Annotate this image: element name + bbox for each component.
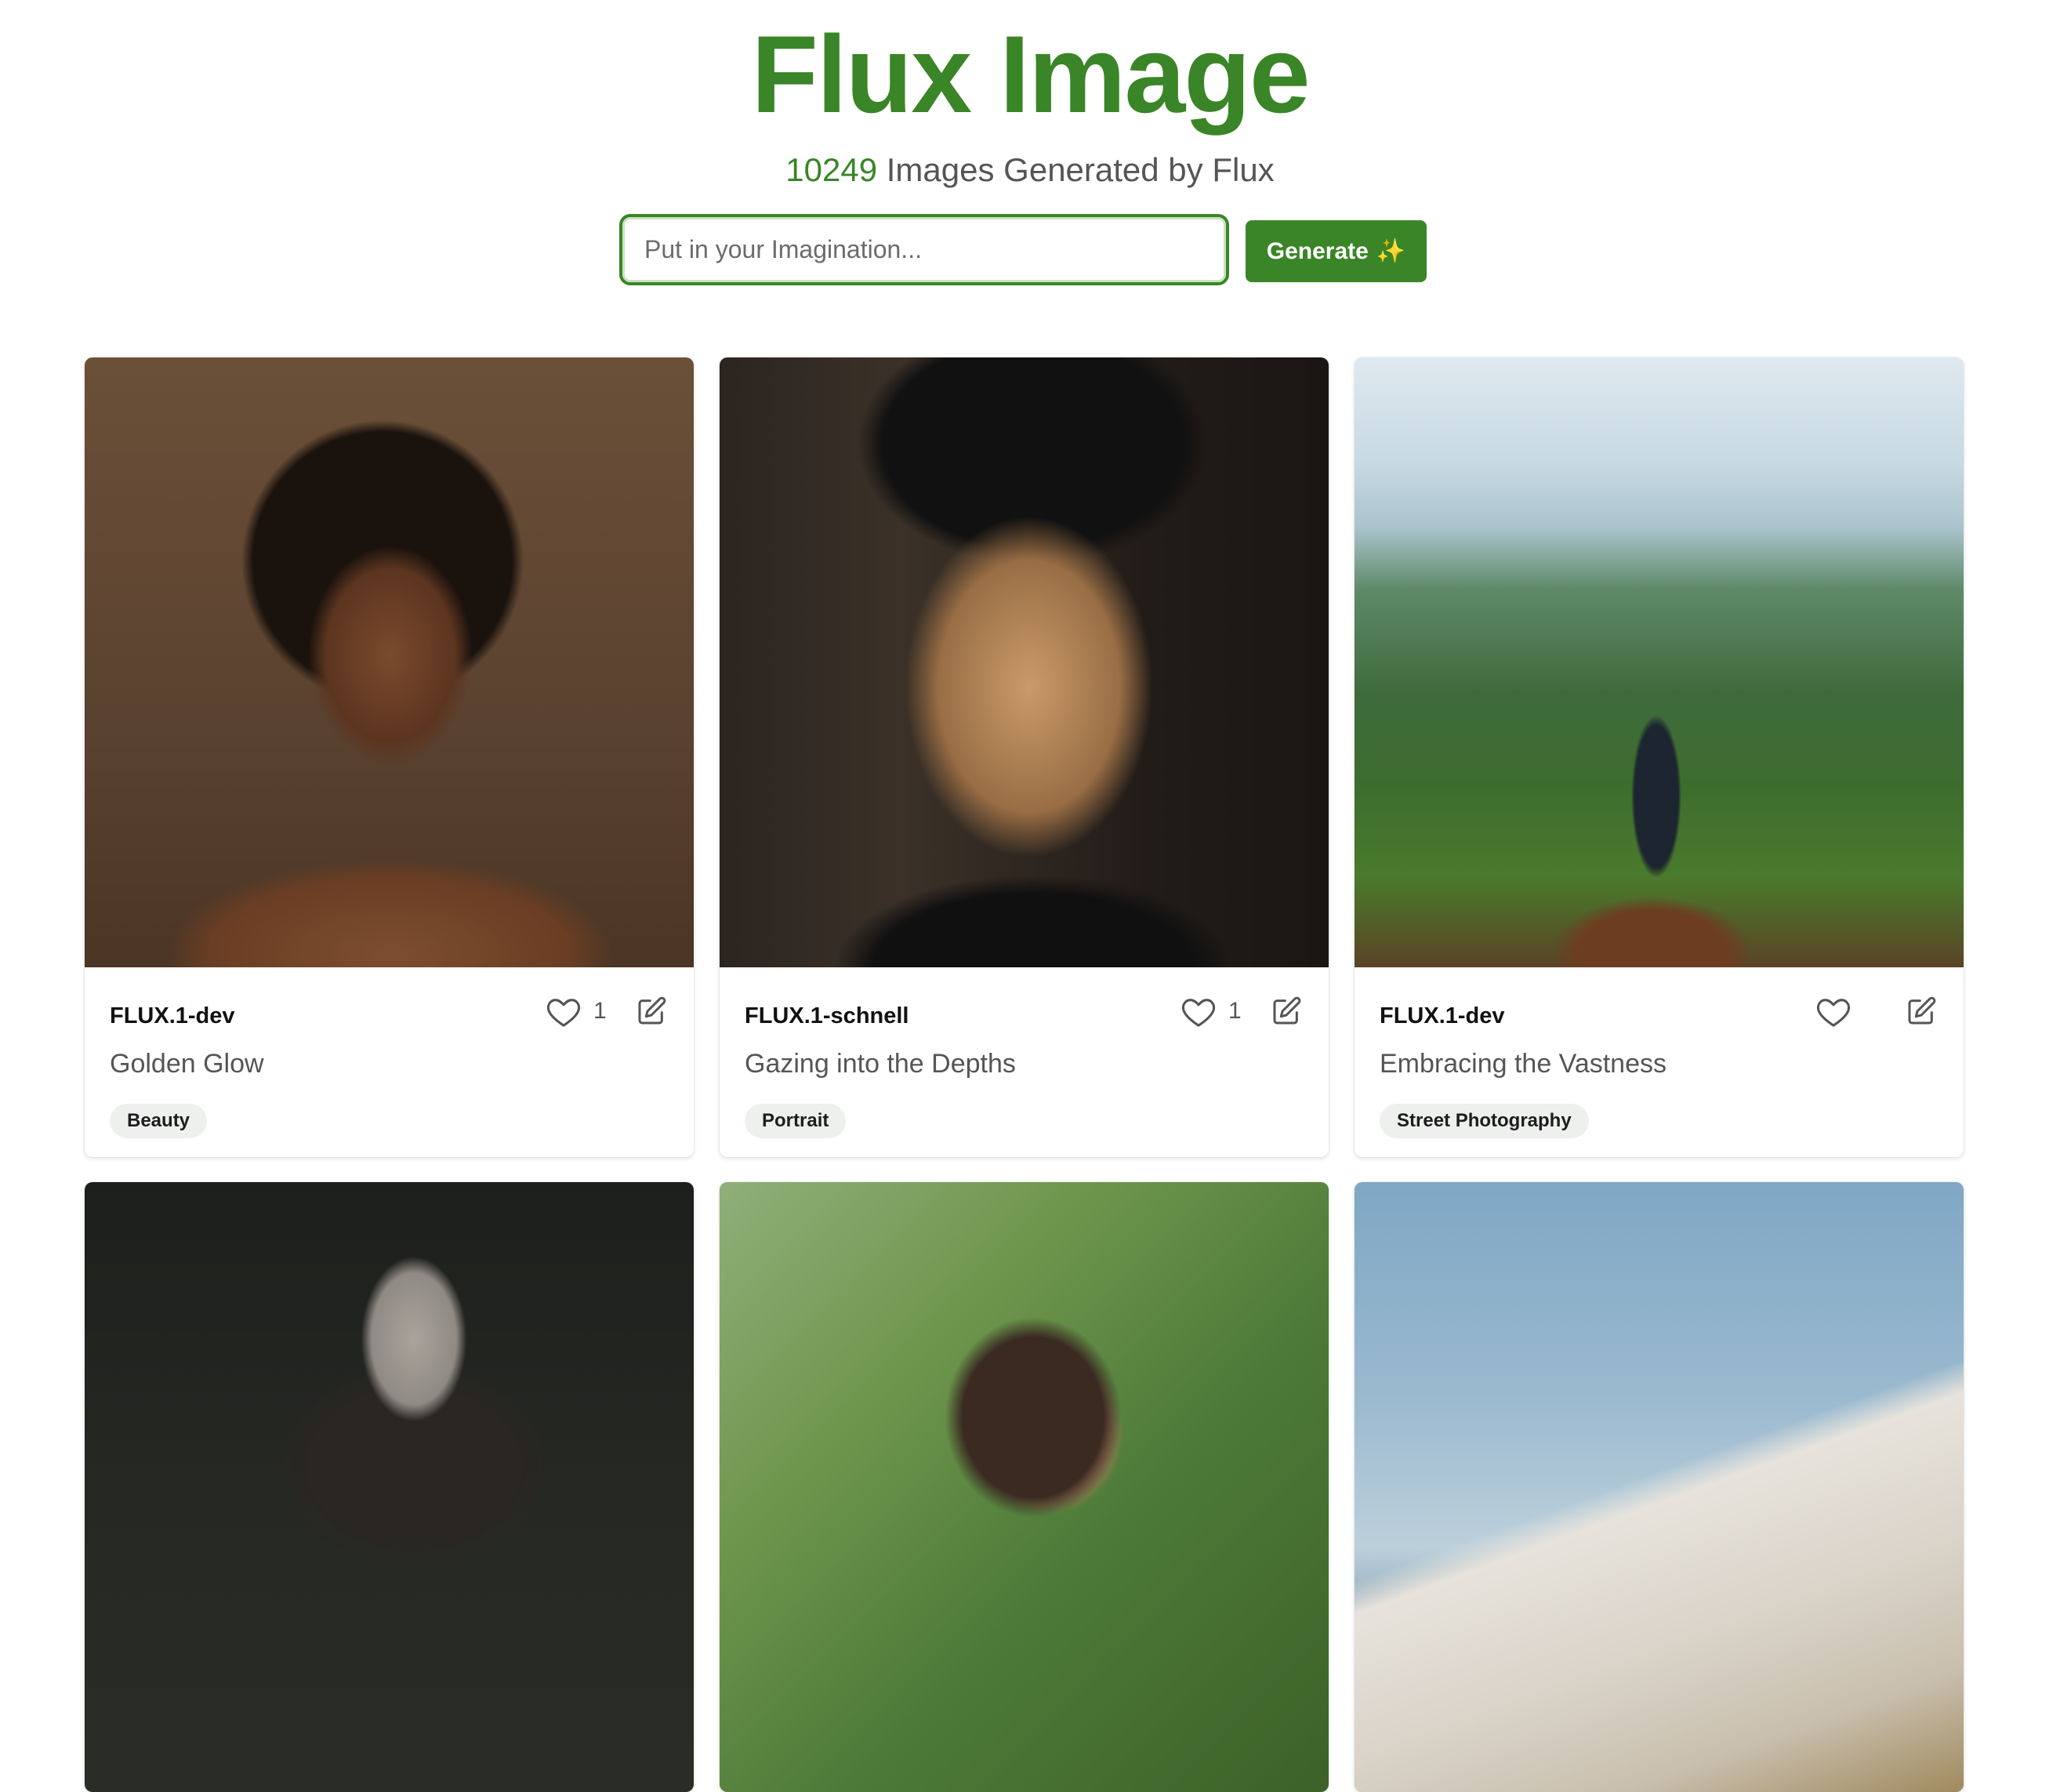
image-card [85, 1182, 694, 1792]
category-tag[interactable]: Street Photography [1380, 1104, 1589, 1138]
category-tag[interactable]: Portrait [745, 1104, 847, 1138]
generated-image[interactable] [85, 1182, 694, 1792]
generated-image[interactable] [720, 357, 1329, 967]
image-caption: Gazing into the Depths [745, 1049, 1016, 1079]
category-tag[interactable]: Beauty [110, 1104, 208, 1138]
generated-image[interactable] [1355, 357, 1964, 967]
image-gallery: FLUX.1-dev 1 Golden Glow Beauty FLUX.1-s… [85, 357, 1964, 1792]
generated-image[interactable] [1355, 1182, 1964, 1792]
prompt-row: Generate ✨ [0, 214, 2060, 288]
card-actions: 1 [545, 992, 670, 1030]
model-name: FLUX.1-dev [110, 1003, 235, 1028]
like-count: 1 [593, 998, 607, 1024]
edit-icon[interactable] [1268, 992, 1305, 1030]
card-actions: 1 [1180, 992, 1305, 1030]
generated-image[interactable] [85, 357, 694, 967]
card-body: FLUX.1-dev 1 Golden Glow Beauty [85, 967, 694, 1157]
image-count: 10249 [785, 151, 878, 188]
heart-icon[interactable] [1180, 992, 1217, 1030]
header: Flux Image 10249 Images Generated by Flu… [0, 0, 2060, 345]
image-card [720, 1182, 1329, 1792]
heart-icon[interactable] [1815, 992, 1852, 1030]
like-count: 1 [1228, 998, 1242, 1024]
model-name: FLUX.1-dev [1380, 1003, 1505, 1028]
sparkles-icon: ✨ [1376, 238, 1406, 264]
image-caption: Golden Glow [110, 1049, 264, 1079]
image-caption: Embracing the Vastness [1380, 1049, 1666, 1079]
image-card [1355, 1182, 1964, 1792]
model-name: FLUX.1-schnell [745, 1003, 909, 1028]
subtitle-text: Images Generated by Flux [877, 151, 1275, 188]
card-body: FLUX.1-dev Embracing the Vastness Street… [1355, 967, 1964, 1157]
page-title: Flux Image [751, 13, 1310, 136]
image-card: FLUX.1-dev 1 Golden Glow Beauty [85, 357, 694, 1157]
image-count-subtitle: 10249 Images Generated by Flux [0, 151, 2060, 190]
card-actions [1815, 992, 1940, 1030]
generate-button[interactable]: Generate ✨ [1246, 220, 1427, 282]
edit-icon[interactable] [633, 992, 670, 1030]
card-body: FLUX.1-schnell 1 Gazing into the Depths … [720, 967, 1329, 1157]
edit-icon[interactable] [1902, 992, 1940, 1030]
image-card: FLUX.1-dev Embracing the Vastness Street… [1355, 357, 1964, 1157]
generate-button-label: Generate [1266, 238, 1369, 264]
heart-icon[interactable] [545, 992, 582, 1030]
image-card: FLUX.1-schnell 1 Gazing into the Depths … [720, 357, 1329, 1157]
generated-image[interactable] [720, 1182, 1329, 1792]
prompt-input[interactable] [619, 214, 1229, 285]
